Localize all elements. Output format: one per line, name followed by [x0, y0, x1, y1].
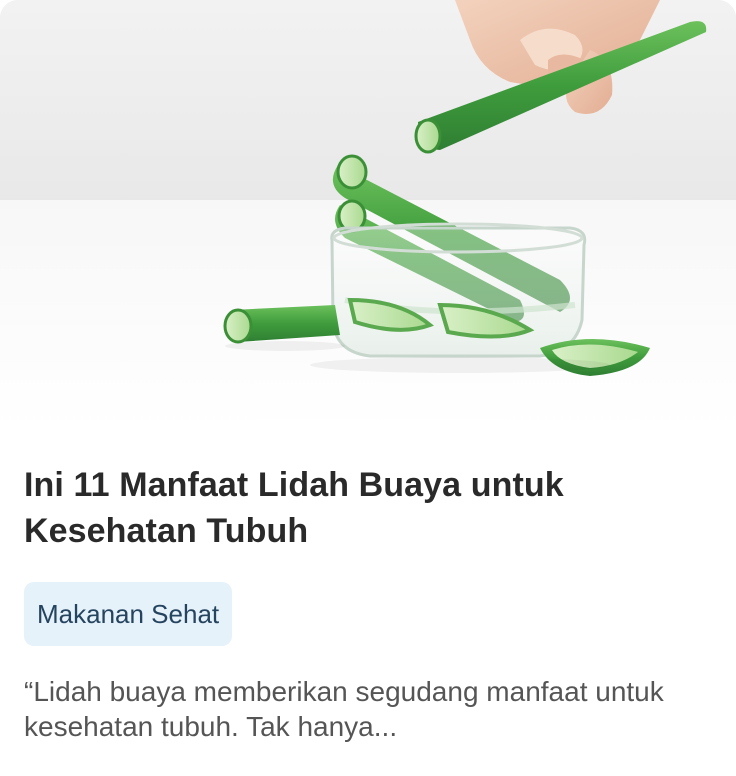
- aloe-vera-photo: [0, 0, 736, 430]
- category-badge[interactable]: Makanan Sehat: [24, 582, 233, 646]
- article-image[interactable]: [0, 0, 736, 430]
- article-title[interactable]: Ini 11 Manfaat Lidah Buaya untuk Kesehat…: [24, 462, 714, 554]
- article-card[interactable]: Ini 11 Manfaat Lidah Buaya untuk Kesehat…: [0, 0, 736, 776]
- article-excerpt: “Lidah buaya memberikan segudang manfaat…: [24, 676, 664, 742]
